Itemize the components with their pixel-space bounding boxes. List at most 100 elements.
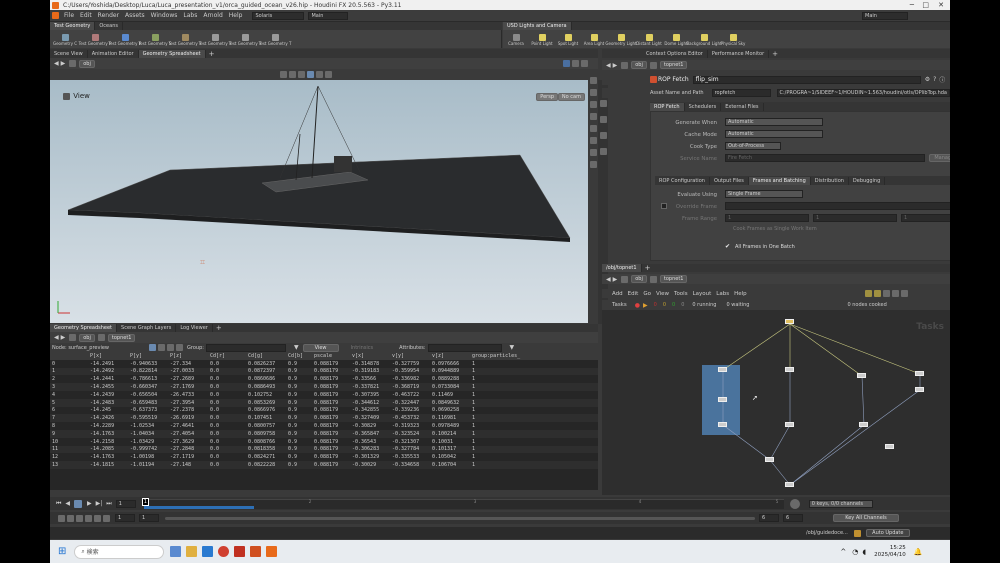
cache-mode-select[interactable]: Automatic: [725, 130, 823, 138]
forward-arrow-icon[interactable]: ▶: [61, 60, 66, 67]
filter-icon[interactable]: ▼: [510, 344, 515, 351]
tab-performance-monitor[interactable]: Performance Monitor: [708, 49, 770, 58]
powerpoint-icon[interactable]: [250, 546, 262, 557]
shelf-spot-light[interactable]: Spot Light: [555, 33, 581, 46]
frame-range-step[interactable]: 1: [901, 214, 950, 222]
menu-edit[interactable]: Edit: [80, 12, 92, 19]
network-node[interactable]: [718, 422, 727, 427]
network-node[interactable]: [859, 422, 868, 427]
table-row[interactable]: 3 -14.2455 -0.660347 -27.1769 0.0 0.0886493 0.…: [50, 383, 598, 391]
tab-external-files[interactable]: External Files: [721, 102, 764, 111]
detail-mode-icon[interactable]: [176, 344, 184, 351]
menu-file[interactable]: File: [64, 12, 74, 19]
menu-edit[interactable]: Edit: [628, 291, 639, 297]
menu-layout[interactable]: Layout: [693, 291, 712, 297]
shelf-tab-test-geometry[interactable]: Test Geometry: [50, 22, 96, 30]
chrome-icon[interactable]: [218, 546, 230, 557]
all-frames-checkbox[interactable]: ✔: [725, 243, 730, 250]
column-header[interactable]: P[y]: [128, 352, 168, 360]
stop-icon[interactable]: [74, 499, 83, 508]
range-slider[interactable]: [165, 516, 755, 520]
add-tab-icon[interactable]: +: [772, 50, 778, 58]
vertices-mode-icon[interactable]: [158, 344, 166, 351]
menu-labs[interactable]: Labs: [183, 12, 197, 19]
auto-update-button[interactable]: Auto Update: [865, 529, 910, 537]
shelf-tool-2[interactable]: Test Geometry P: [79, 33, 111, 46]
generate-when-select[interactable]: Automatic: [725, 118, 823, 126]
mail-icon[interactable]: [202, 546, 214, 557]
display-options-icon[interactable]: [325, 71, 332, 78]
help-icon[interactable]: ?: [933, 76, 936, 83]
tab-scene-graph-layers[interactable]: Scene Graph Layers: [117, 324, 177, 332]
taskbar-search[interactable]: ⌕ 検索: [74, 544, 165, 559]
path-obj[interactable]: obj: [631, 61, 647, 69]
shelf-geometry-light[interactable]: Geometry Light: [605, 33, 637, 46]
gear-icon[interactable]: ⚙: [925, 76, 930, 83]
shelf-tool-3[interactable]: Test Geometry R: [108, 33, 142, 46]
view-icon[interactable]: [900, 290, 908, 297]
link-icon[interactable]: [562, 60, 570, 67]
shelf-tool-6[interactable]: Test Geometry T: [199, 33, 231, 46]
minimize-icon[interactable]: ─: [910, 1, 914, 9]
back-arrow-icon[interactable]: ◀: [606, 276, 611, 283]
volume-icon[interactable]: ◖: [862, 548, 866, 556]
windows-start-icon[interactable]: ⊞: [58, 546, 66, 557]
view-icon[interactable]: [891, 290, 899, 297]
points-icon[interactable]: [590, 137, 597, 144]
shelf-point-light[interactable]: Point Light: [529, 33, 555, 46]
network-node[interactable]: [765, 457, 774, 462]
path-obj[interactable]: obj: [79, 59, 95, 68]
close-icon[interactable]: ✕: [938, 1, 944, 9]
frame-marker[interactable]: 1: [141, 497, 149, 506]
menu-go[interactable]: Go: [643, 291, 651, 297]
move-tool-icon[interactable]: [289, 71, 296, 78]
table-row[interactable]: 5 -14.2483 -0.659483 -27.3954 0.0 0.0853269 0.…: [50, 398, 598, 407]
jump-start-icon[interactable]: ⏮: [56, 500, 61, 508]
asset-path-field[interactable]: C:/PROGRA~1/SIDEEF~1/HOUDIN~1.563/houdin…: [776, 89, 950, 97]
tab-network[interactable]: /obj/topnet1: [602, 264, 642, 272]
tab-rop-configuration[interactable]: ROP Configuration: [655, 176, 710, 185]
settings-icon[interactable]: [85, 514, 92, 522]
table-row[interactable]: 0 -14.2491 -0.940633 -27.334 0.0 0.0826237 0.9…: [50, 359, 598, 368]
cook-frames-label[interactable]: Cook Frames as Single Work Item: [733, 226, 817, 232]
menu-help[interactable]: Help: [734, 291, 747, 297]
attributes-field[interactable]: [427, 343, 502, 352]
path-topnet[interactable]: topnet1: [659, 275, 688, 283]
manage-services-button[interactable]: Manage Services...: [929, 154, 950, 162]
shelf-camera[interactable]: Camera: [503, 33, 529, 46]
range-icon[interactable]: [94, 514, 101, 522]
group-field[interactable]: [205, 343, 286, 352]
camera-view-icon[interactable]: [590, 161, 597, 168]
back-arrow-icon[interactable]: ◀: [606, 62, 611, 69]
network-editor[interactable]: Tasks ➚: [602, 310, 950, 495]
add-tab-icon[interactable]: +: [209, 50, 215, 58]
tab-frames-batching[interactable]: Frames and Batching: [748, 176, 811, 185]
pin-icon[interactable]: [571, 60, 579, 67]
table-row[interactable]: 8 -14.2289 -1.02534 -27.4641 0.0 0.0800757 0.9…: [50, 422, 598, 430]
warning-icon[interactable]: [853, 529, 861, 537]
keys-channels-field[interactable]: 0 keys, 0/0 channels: [808, 499, 873, 508]
forward-arrow-icon[interactable]: ▶: [61, 334, 66, 341]
houdini-taskbar-icon[interactable]: [266, 546, 278, 557]
scene-viewport[interactable]: View Persp No cam ⌗: [50, 80, 588, 323]
step-back-icon[interactable]: ◀: [65, 500, 70, 507]
network-node[interactable]: [718, 367, 727, 372]
stop-icon[interactable]: ●: [635, 302, 640, 309]
key-all-channels-button[interactable]: Key All Channels: [833, 514, 899, 522]
topnet-input-node[interactable]: [785, 319, 794, 324]
pdf-icon[interactable]: [234, 546, 246, 557]
cook-type-select[interactable]: Out-of-Process: [725, 142, 781, 150]
column-header[interactable]: v[x]: [350, 352, 390, 360]
tool-icon[interactable]: [600, 100, 607, 107]
forward-arrow-icon[interactable]: ▶: [613, 276, 618, 283]
column-header[interactable]: P[x]: [88, 352, 128, 360]
network-node[interactable]: [857, 373, 866, 378]
cook-icon[interactable]: ▶: [643, 302, 648, 309]
path-topnet[interactable]: topnet1: [107, 333, 136, 342]
path-obj[interactable]: obj: [631, 275, 647, 283]
end-frame-field[interactable]: 6: [759, 514, 779, 522]
view-dropdown[interactable]: View: [302, 343, 339, 352]
tray-chevron-icon[interactable]: ^: [840, 548, 846, 556]
points-mode-icon[interactable]: [149, 344, 157, 351]
node-name-field[interactable]: flip_sim: [692, 75, 921, 84]
